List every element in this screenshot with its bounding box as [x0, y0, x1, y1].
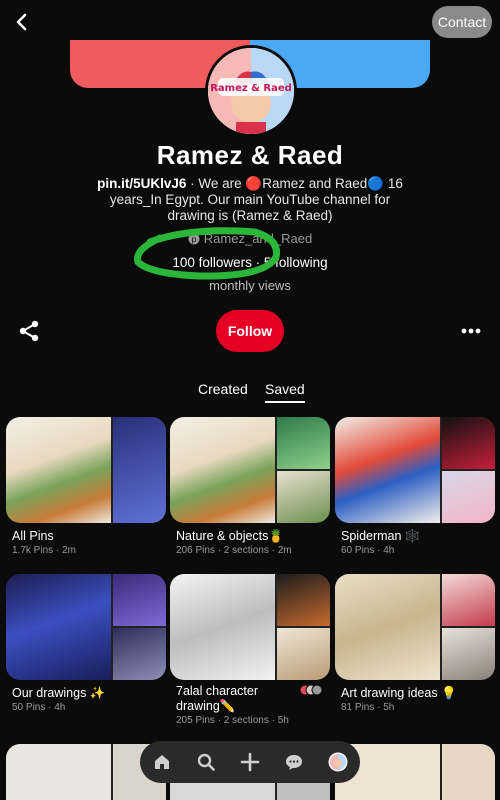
highlight-circle [134, 227, 281, 280]
avatar[interactable]: Ramez & Raed [205, 45, 297, 137]
board-title: Our drawings ✨ [12, 686, 106, 700]
chevron-left-icon [16, 13, 27, 31]
board-meta: 81 Pins · 5h [341, 702, 395, 713]
share-button[interactable] [16, 318, 42, 344]
follow-button[interactable]: Follow [216, 310, 284, 352]
board-art-drawing-ideas[interactable] [335, 574, 495, 680]
contact-button[interactable]: Contact [432, 6, 492, 38]
board-meta: 1.7k Pins · 2m [12, 545, 76, 556]
board-cover-image [170, 574, 275, 680]
board-title: Art drawing ideas 💡 [341, 686, 457, 700]
board-title: Nature & objects🍍 [176, 529, 284, 543]
nav-search[interactable] [192, 748, 220, 776]
nav-profile[interactable] [324, 748, 352, 776]
board-cover-image [335, 417, 440, 523]
board-7alal-character[interactable] [170, 574, 330, 680]
board-cover-image [335, 574, 440, 680]
profile-name: Ramez & Raed [156, 140, 344, 170]
more-button[interactable] [458, 318, 484, 344]
nav-create[interactable] [236, 748, 264, 776]
board-preview[interactable] [335, 744, 495, 800]
avatar-icon [328, 752, 348, 772]
board-title: 7alal character drawing✏️ [176, 684, 258, 713]
more-icon [461, 328, 481, 334]
nav-messages[interactable] [280, 748, 308, 776]
board-nature-objects[interactable] [170, 417, 330, 523]
board-cover-image [170, 417, 275, 523]
nav-home[interactable] [148, 748, 176, 776]
share-icon [19, 320, 39, 342]
board-meta: 206 Pins · 2 sections · 2m [176, 545, 292, 556]
board-title: All Pins [12, 529, 54, 543]
board-all-pins[interactable] [6, 417, 166, 523]
home-icon [155, 755, 169, 769]
profile-bio: pin.it/5UKlvJ6 · We are 🔴Ramez and Raed🔵… [90, 176, 410, 224]
bottom-nav [140, 741, 360, 783]
back-button[interactable] [6, 6, 38, 38]
chat-icon [286, 755, 302, 770]
profile-link[interactable]: pin.it/5UKlvJ6 [97, 176, 186, 191]
plus-icon [240, 752, 260, 772]
board-meta: 205 Pins · 2 sections · 5h [176, 715, 289, 726]
tab-saved[interactable]: Saved [265, 381, 305, 403]
tab-created[interactable]: Created [198, 381, 248, 397]
board-meta: 60 Pins · 4h [341, 545, 395, 556]
board-spiderman[interactable] [335, 417, 495, 523]
collaborators-icon [299, 684, 323, 696]
search-icon [197, 753, 215, 771]
avatar-logo-text: Ramez & Raed [210, 83, 292, 94]
board-meta: 50 Pins · 4h [12, 702, 66, 713]
monthly-views: monthly views [209, 278, 291, 293]
board-our-drawings[interactable] [6, 574, 166, 680]
board-cover-image [6, 417, 111, 523]
board-title: Spiderman 🕸️ [341, 529, 421, 543]
board-cover-image [6, 574, 111, 680]
